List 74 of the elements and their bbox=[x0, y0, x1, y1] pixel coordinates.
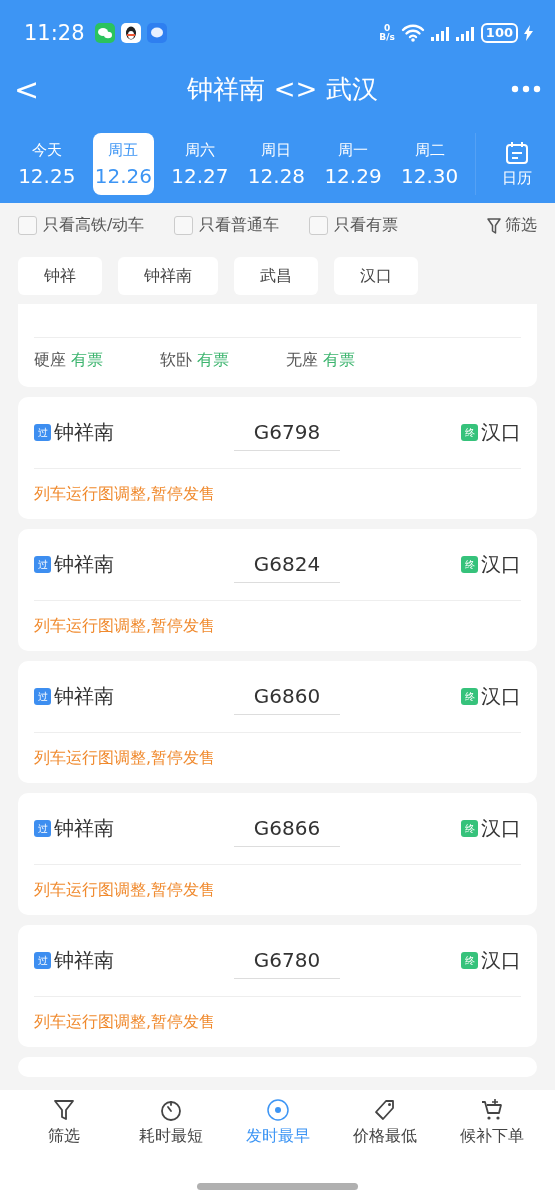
checkbox[interactable] bbox=[174, 216, 194, 235]
train-number: G6860 bbox=[234, 684, 340, 715]
checkbox-label: 只看高铁/动车 bbox=[43, 215, 145, 236]
pass-tag: 过 bbox=[34, 688, 51, 705]
signal-icon bbox=[455, 24, 475, 41]
sale-notice: 列车运行图调整,暂停发售 bbox=[34, 878, 217, 901]
calendar-icon bbox=[504, 140, 529, 165]
nav-tab[interactable]: 候补下单 bbox=[438, 1098, 545, 1154]
arrival-station: 汉口 bbox=[481, 947, 521, 974]
arrival-station: 汉口 bbox=[481, 815, 521, 842]
message-app-icon bbox=[146, 22, 167, 43]
pass-tag: 过 bbox=[34, 424, 51, 441]
sale-notice: 列车运行图调整,暂停发售 bbox=[34, 1010, 217, 1033]
pass-tag: 过 bbox=[34, 820, 51, 837]
terminal-tag: 终 bbox=[461, 688, 478, 705]
filter-icon bbox=[487, 217, 501, 234]
nav-tab[interactable]: 筛选 bbox=[10, 1098, 117, 1154]
status-time: 11:28 bbox=[24, 20, 85, 45]
arrival-station: 汉口 bbox=[481, 419, 521, 446]
charging-icon bbox=[524, 24, 533, 41]
arrival-station: 汉口 bbox=[481, 551, 521, 578]
signal-icon bbox=[430, 24, 450, 41]
train-number: G6866 bbox=[234, 816, 340, 847]
terminal-tag: 终 bbox=[461, 820, 478, 837]
departure-station: 钟祥南 bbox=[54, 419, 114, 446]
train-number: G6780 bbox=[234, 948, 340, 979]
page-title: 钟祥南 <> 武汉 bbox=[186, 72, 379, 106]
train-card[interactable]: 过 钟祥南 G6866 终 汉口 列车运行图调整,暂停发售 bbox=[18, 793, 537, 915]
checkbox-label: 只看普通车 bbox=[199, 215, 280, 236]
chat-app-icon bbox=[94, 22, 115, 43]
wifi-icon bbox=[400, 23, 425, 42]
battery-level: 100 bbox=[480, 22, 518, 43]
terminal-tag: 终 bbox=[461, 556, 478, 573]
station-chip[interactable]: 钟祥南 bbox=[118, 257, 218, 295]
pass-tag: 过 bbox=[34, 556, 51, 573]
home-indicator[interactable] bbox=[197, 1183, 358, 1190]
train-card[interactable]: 过 钟祥南 G6824 终 汉口 列车运行图调整,暂停发售 bbox=[18, 529, 537, 651]
train-number: G6824 bbox=[234, 552, 340, 583]
more-icon bbox=[511, 85, 541, 93]
terminal-tag: 终 bbox=[461, 424, 478, 441]
messenger-app-icon bbox=[120, 22, 141, 43]
checkbox[interactable] bbox=[18, 216, 37, 235]
price-tag-icon bbox=[372, 1098, 397, 1122]
filter-icon bbox=[51, 1098, 76, 1122]
station-chip[interactable]: 汉口 bbox=[334, 257, 418, 295]
train-number: G6798 bbox=[234, 420, 340, 451]
seat-availability: 硬座 有票 bbox=[34, 350, 105, 371]
filter-label[interactable]: 筛选 bbox=[505, 215, 537, 236]
seat-availability: 无座 有票 bbox=[286, 350, 357, 371]
station-chip[interactable]: 武昌 bbox=[234, 257, 318, 295]
seat-availability: 软卧 有票 bbox=[160, 350, 231, 371]
train-card[interactable]: 过 钟祥南 G6798 终 汉口 列车运行图调整,暂停发售 bbox=[18, 397, 537, 519]
arrival-station: 汉口 bbox=[481, 683, 521, 710]
net-speed-unit: B/s bbox=[379, 32, 395, 42]
stopwatch-icon bbox=[158, 1098, 183, 1122]
departure-station: 钟祥南 bbox=[54, 815, 114, 842]
terminal-tag: 终 bbox=[461, 952, 478, 969]
net-speed-value: 0 bbox=[383, 23, 391, 33]
checkbox-label: 只看有票 bbox=[334, 215, 399, 236]
sale-notice: 列车运行图调整,暂停发售 bbox=[34, 746, 217, 769]
checkbox[interactable] bbox=[309, 216, 329, 235]
departure-station: 钟祥南 bbox=[54, 551, 114, 578]
nav-tab[interactable]: 价格最低 bbox=[331, 1098, 438, 1154]
station-chip[interactable]: 钟祥 bbox=[18, 257, 102, 295]
pass-tag: 过 bbox=[34, 952, 51, 969]
departure-station: 钟祥南 bbox=[54, 947, 114, 974]
train-card[interactable]: 过 钟祥南 G6780 终 汉口 列车运行图调整,暂停发售 bbox=[18, 925, 537, 1047]
sale-notice: 列车运行图调整,暂停发售 bbox=[34, 614, 217, 637]
departure-station: 钟祥南 bbox=[54, 683, 114, 710]
train-card[interactable]: 硬座 有票 软卧 有票 无座 有票 bbox=[18, 304, 537, 387]
train-card[interactable]: 过 钟祥南 G6860 终 汉口 列车运行图调整,暂停发售 bbox=[18, 661, 537, 783]
cart-icon bbox=[479, 1098, 504, 1122]
nav-tab[interactable]: 耗时最短 bbox=[117, 1098, 224, 1154]
sale-notice: 列车运行图调整,暂停发售 bbox=[34, 482, 217, 505]
